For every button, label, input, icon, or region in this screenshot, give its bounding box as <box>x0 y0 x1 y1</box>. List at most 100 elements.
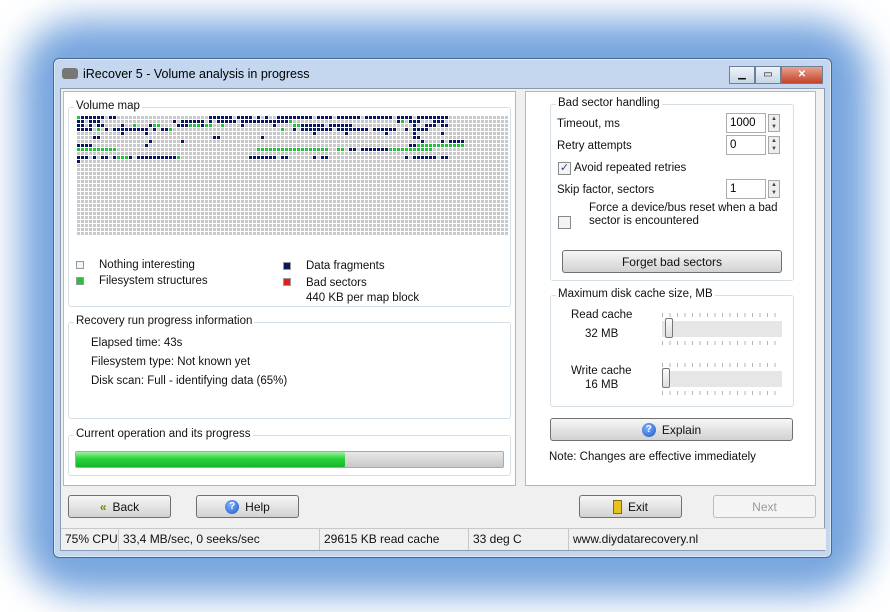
map-block <box>469 120 472 123</box>
map-block <box>385 136 388 139</box>
map-block <box>225 128 228 131</box>
map-block <box>181 180 184 183</box>
help-button[interactable]: ? Help <box>196 495 299 518</box>
map-block <box>269 172 272 175</box>
map-block <box>125 140 128 143</box>
maximize-button[interactable]: ▭ <box>755 66 781 84</box>
map-block <box>441 172 444 175</box>
map-block <box>305 168 308 171</box>
skip-input[interactable] <box>726 179 766 199</box>
map-block <box>337 192 340 195</box>
write-cache-slider-thumb[interactable] <box>662 368 670 388</box>
map-block <box>117 128 120 131</box>
map-block <box>373 148 376 151</box>
map-block <box>169 180 172 183</box>
map-block <box>369 140 372 143</box>
map-block <box>493 200 496 203</box>
map-block <box>169 116 172 119</box>
read-cache-slider-thumb[interactable] <box>665 318 674 338</box>
map-block <box>321 116 324 119</box>
map-block <box>309 132 312 135</box>
next-button[interactable]: Next <box>713 495 816 518</box>
map-block <box>213 128 216 131</box>
map-block <box>153 128 156 131</box>
map-block <box>333 212 336 215</box>
map-block <box>453 204 456 207</box>
map-block <box>133 120 136 123</box>
read-cache-slider[interactable] <box>662 310 782 348</box>
map-block <box>209 136 212 139</box>
map-block <box>285 224 288 227</box>
map-block <box>229 192 232 195</box>
map-block <box>233 136 236 139</box>
timeout-spinner[interactable]: ▲ ▼ <box>768 114 780 132</box>
forget-bad-sectors-button[interactable]: Forget bad sectors <box>562 250 782 273</box>
map-block <box>365 156 368 159</box>
map-block <box>381 132 384 135</box>
map-block <box>377 204 380 207</box>
map-block <box>465 200 468 203</box>
map-block <box>317 116 320 119</box>
map-block <box>277 136 280 139</box>
exit-button[interactable]: Exit <box>579 495 682 518</box>
map-block <box>437 204 440 207</box>
map-block <box>185 180 188 183</box>
map-block <box>149 128 152 131</box>
map-block <box>157 176 160 179</box>
map-block <box>237 188 240 191</box>
map-block <box>241 148 244 151</box>
map-block <box>213 228 216 231</box>
map-block <box>89 180 92 183</box>
write-cache-slider[interactable] <box>662 360 782 398</box>
avoid-retries-checkbox[interactable]: ✓ <box>558 162 571 175</box>
map-block <box>425 204 428 207</box>
map-block <box>437 176 440 179</box>
map-block <box>273 224 276 227</box>
map-block <box>165 160 168 163</box>
map-block <box>329 184 332 187</box>
map-block <box>149 224 152 227</box>
map-block <box>353 192 356 195</box>
map-block <box>97 180 100 183</box>
map-block <box>345 188 348 191</box>
map-block <box>225 132 228 135</box>
map-block <box>461 176 464 179</box>
map-block <box>281 204 284 207</box>
map-block <box>77 124 80 127</box>
retry-spinner[interactable]: ▲ ▼ <box>768 136 780 154</box>
map-block <box>277 200 280 203</box>
map-block <box>105 196 108 199</box>
map-block <box>105 208 108 211</box>
bus-reset-checkbox[interactable] <box>558 216 571 229</box>
map-block <box>241 168 244 171</box>
map-block <box>97 148 100 151</box>
map-block <box>125 164 128 167</box>
map-block <box>117 136 120 139</box>
map-block <box>133 156 136 159</box>
back-button[interactable]: «Back <box>68 495 171 518</box>
map-block <box>405 188 408 191</box>
retry-input[interactable] <box>726 135 766 155</box>
map-block <box>213 200 216 203</box>
map-block <box>169 192 172 195</box>
close-button[interactable]: ✕ <box>781 66 823 84</box>
map-block <box>349 132 352 135</box>
map-block <box>173 124 176 127</box>
map-block <box>141 192 144 195</box>
map-block <box>413 212 416 215</box>
map-block <box>341 124 344 127</box>
map-block <box>361 204 364 207</box>
map-block <box>441 140 444 143</box>
skip-spinner[interactable]: ▲ ▼ <box>768 180 780 198</box>
map-block <box>389 140 392 143</box>
map-block <box>377 116 380 119</box>
explain-button[interactable]: ? Explain <box>550 418 793 441</box>
map-block <box>225 204 228 207</box>
map-block <box>253 224 256 227</box>
map-block <box>245 148 248 151</box>
map-block <box>201 176 204 179</box>
map-block <box>165 136 168 139</box>
minimize-button[interactable]: ▁ <box>729 66 755 84</box>
timeout-input[interactable] <box>726 113 766 133</box>
map-block <box>437 224 440 227</box>
